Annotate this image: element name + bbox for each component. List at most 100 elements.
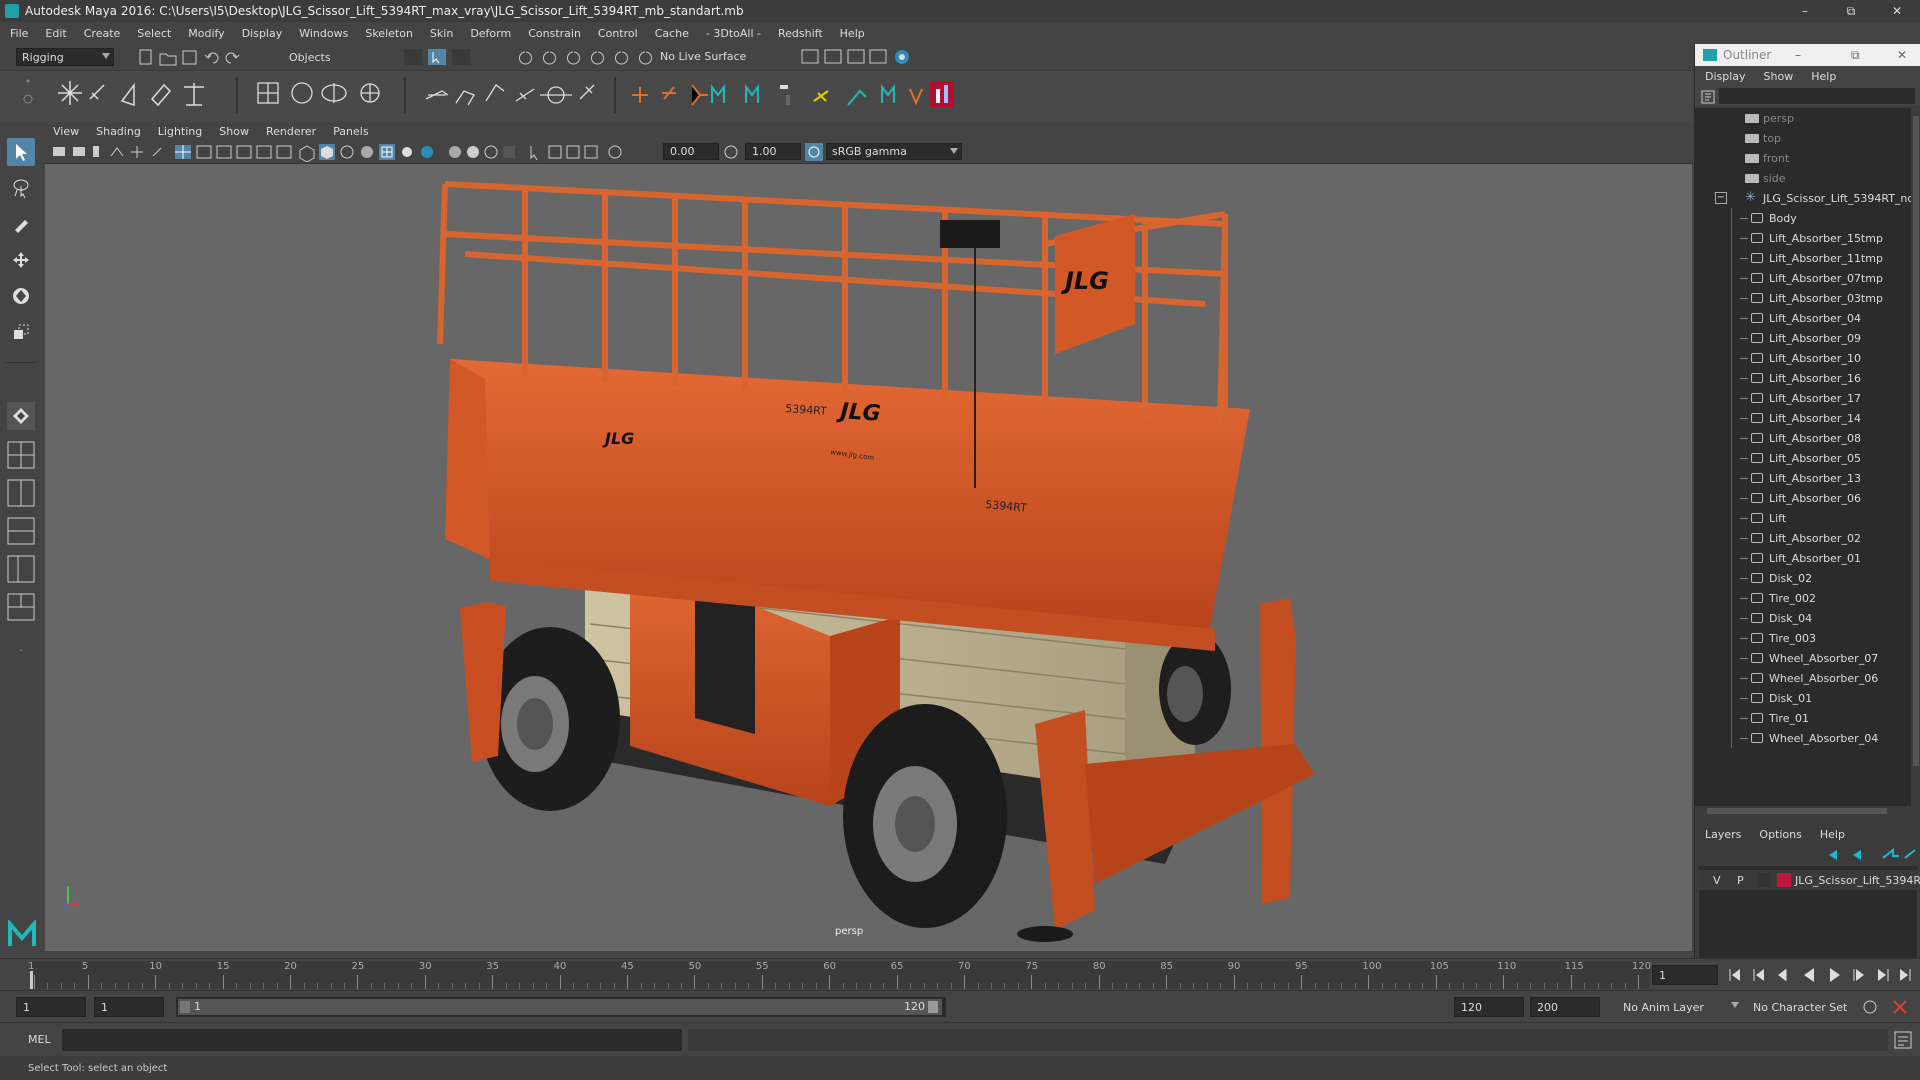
panel-menu-show[interactable]: Show [219, 125, 249, 138]
outliner-item-disk_02[interactable]: Disk_02 [1695, 568, 1909, 588]
layer-color-swatch[interactable] [1777, 873, 1791, 887]
current-time-marker[interactable] [30, 971, 33, 989]
command-language-label[interactable]: MEL [28, 1033, 51, 1046]
menu-control[interactable]: Control [598, 27, 638, 40]
panel-menu-shading[interactable]: Shading [96, 125, 141, 138]
menu-display[interactable]: Display [242, 27, 283, 40]
outliner-hscrollbar[interactable] [1695, 806, 1911, 816]
script-editor-icon[interactable] [1894, 1031, 1912, 1049]
menu-select[interactable]: Select [137, 27, 171, 40]
layer-visibility-toggle[interactable]: V [1713, 874, 1721, 887]
outliner-item-lift_absorber_06[interactable]: Lift_Absorber_06 [1695, 488, 1909, 508]
outliner-item-body[interactable]: Body [1695, 208, 1909, 228]
scale-tool-button[interactable] [7, 318, 35, 346]
filter-icon[interactable] [1701, 90, 1715, 104]
outliner-item-lift_absorber_09[interactable]: Lift_Absorber_09 [1695, 328, 1909, 348]
outliner-menu-show[interactable]: Show [1764, 70, 1794, 83]
outliner-menu-display[interactable]: Display [1705, 70, 1746, 83]
menu-set-dropdown[interactable]: Rigging [16, 48, 114, 66]
outliner-item-lift_absorber_08[interactable]: Lift_Absorber_08 [1695, 428, 1909, 448]
outliner-item-root[interactable]: − ✳ JLG_Scissor_Lift_5394RT_ncl1 [1695, 188, 1920, 208]
paint-select-button[interactable] [7, 210, 35, 238]
outliner-item-disk_04[interactable]: Disk_04 [1695, 608, 1909, 628]
animation-start-field[interactable]: 1 [16, 997, 86, 1017]
color-management-icon[interactable] [805, 143, 823, 161]
menu-cache[interactable]: Cache [655, 27, 689, 40]
current-frame-field[interactable]: 1 [1652, 965, 1718, 985]
collapse-toggle[interactable]: − [1715, 192, 1727, 204]
outliner-item-lift_absorber_14[interactable]: Lift_Absorber_14 [1695, 408, 1909, 428]
outliner-item-wheel_absorber_06[interactable]: Wheel_Absorber_06 [1695, 668, 1909, 688]
toolbox-more-button[interactable]: · [7, 642, 35, 658]
outliner-item-tire_003[interactable]: Tire_003 [1695, 628, 1909, 648]
live-surface-field[interactable]: No Live Surface [660, 50, 746, 63]
outliner-item-front[interactable]: front [1695, 148, 1909, 168]
exposure-field[interactable]: 0.00 [663, 143, 719, 160]
menu-file[interactable]: File [10, 27, 28, 40]
menu-edit[interactable]: Edit [45, 27, 66, 40]
outliner-item-persp[interactable]: persp [1695, 108, 1909, 128]
playback-end-field[interactable]: 120 [1454, 997, 1524, 1017]
layers-menu-help[interactable]: Help [1820, 828, 1845, 841]
range-slider-handle[interactable] [178, 999, 942, 1015]
layer-name[interactable]: JLG_Scissor_Lift_5394R [1795, 874, 1920, 887]
outliner-item-lift_absorber_02[interactable]: Lift_Absorber_02 [1695, 528, 1909, 548]
selection-mode-dropdown[interactable]: Objects [284, 48, 388, 66]
outliner-item-side[interactable]: side [1695, 168, 1909, 188]
outliner-item-disk_01[interactable]: Disk_01 [1695, 688, 1909, 708]
menu-modify[interactable]: Modify [188, 27, 224, 40]
last-tool-button[interactable] [7, 402, 35, 430]
outliner-item-tire_01[interactable]: Tire_01 [1695, 708, 1909, 728]
time-slider-track[interactable]: 1 5 10 15 20 25 30 35 40 45 50 55 60 65 70 75 80 85 90 95 10… [28, 961, 1651, 989]
anim-layer-dropdown[interactable]: No Anim Layer [1618, 998, 1742, 1016]
time-slider[interactable]: 1 5 10 15 20 25 30 35 40 45 50 55 60 65 70 75 80 85 90 95 10… [0, 958, 1920, 990]
menu-skeleton[interactable]: Skeleton [365, 27, 413, 40]
select-tool-button[interactable] [7, 138, 35, 166]
outliner-item-lift_absorber_01[interactable]: Lift_Absorber_01 [1695, 548, 1909, 568]
rotate-tool-button[interactable] [7, 282, 35, 310]
outliner-item-top[interactable]: top [1695, 128, 1909, 148]
outliner-close-button[interactable]: ✕ [1897, 48, 1907, 62]
outliner-item-lift_absorber_03tmp[interactable]: Lift_Absorber_03tmp [1695, 288, 1909, 308]
outliner-item-lift_absorber_15tmp[interactable]: Lift_Absorber_15tmp [1695, 228, 1909, 248]
command-input[interactable] [62, 1029, 682, 1051]
character-set-dropdown[interactable]: No Character Set [1748, 998, 1864, 1016]
playback-start-field[interactable]: 1 [94, 997, 164, 1017]
layers-menu-options[interactable]: Options [1759, 828, 1801, 841]
menu-skin[interactable]: Skin [430, 27, 453, 40]
perspective-viewport[interactable]: JLG 5394RT JLG JLG 5394RT www.jlg.com pe… [45, 164, 1692, 951]
layers-menu-layers[interactable]: Layers [1705, 828, 1741, 841]
outliner-item-tire_002[interactable]: Tire_002 [1695, 588, 1909, 608]
view-transform-dropdown[interactable]: sRGB gamma [826, 143, 962, 160]
menu-windows[interactable]: Windows [299, 27, 348, 40]
menu-constrain[interactable]: Constrain [528, 27, 581, 40]
close-button[interactable]: ✕ [1874, 0, 1920, 22]
layer-row[interactable]: V P JLG_Scissor_Lift_5394R [1699, 870, 1920, 890]
outliner-item-wheel_absorber_04[interactable]: Wheel_Absorber_04 [1695, 728, 1909, 748]
layer-type-toggle[interactable] [1757, 873, 1771, 887]
menu-create[interactable]: Create [84, 27, 121, 40]
outliner-item-lift_absorber_17[interactable]: Lift_Absorber_17 [1695, 388, 1909, 408]
outliner-search-input[interactable] [1719, 88, 1915, 104]
outliner-minimize-button[interactable]: – [1795, 48, 1801, 62]
outliner-item-lift[interactable]: Lift [1695, 508, 1909, 528]
outliner-item-lift_absorber_04[interactable]: Lift_Absorber_04 [1695, 308, 1909, 328]
layer-playback-toggle[interactable]: P [1737, 874, 1744, 887]
panel-menu-view[interactable]: View [53, 125, 79, 138]
outliner-item-lift_absorber_16[interactable]: Lift_Absorber_16 [1695, 368, 1909, 388]
outliner-item-lift_absorber_13[interactable]: Lift_Absorber_13 [1695, 468, 1909, 488]
outliner-menu-help[interactable]: Help [1811, 70, 1836, 83]
outliner-item-wheel_absorber_07[interactable]: Wheel_Absorber_07 [1695, 648, 1909, 668]
maximize-button[interactable]: ⧉ [1828, 0, 1874, 22]
menu-3dtoall[interactable]: - 3DtoAll - [706, 27, 761, 40]
outliner-vscrollbar[interactable] [1911, 108, 1920, 806]
gamma-field[interactable]: 1.00 [745, 143, 801, 160]
panel-menu-renderer[interactable]: Renderer [266, 125, 316, 138]
menu-deform[interactable]: Deform [470, 27, 511, 40]
menu-help[interactable]: Help [840, 27, 865, 40]
range-slider[interactable]: 1 120 [176, 997, 946, 1017]
panel-menu-lighting[interactable]: Lighting [158, 125, 202, 138]
minimize-button[interactable]: – [1782, 0, 1828, 22]
outliner-tree[interactable]: persp top front side − ✳ JLG_Scissor_Lift_5394… [1695, 108, 1920, 806]
menu-redshift[interactable]: Redshift [778, 27, 823, 40]
